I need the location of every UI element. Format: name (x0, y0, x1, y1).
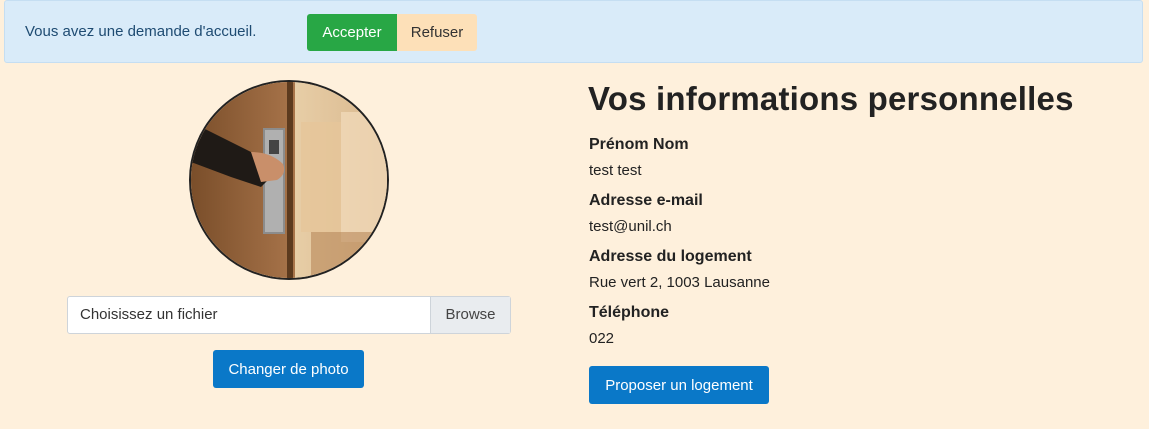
propose-housing-button[interactable]: Proposer un logement (589, 366, 769, 404)
refuse-button[interactable]: Refuser (397, 14, 477, 51)
address-value: Rue vert 2, 1003 Lausanne (589, 274, 770, 291)
email-label: Adresse e-mail (589, 192, 703, 209)
email-value: test@unil.ch (589, 218, 672, 235)
photo-file-input[interactable]: Choisissez un fichier Browse (67, 296, 511, 334)
phone-label: Téléphone (589, 304, 670, 321)
door-handle-photo-icon (191, 82, 387, 278)
name-label: Prénom Nom (589, 136, 689, 153)
address-label: Adresse du logement (589, 248, 752, 265)
page-title: Vos informations personnelles (588, 80, 1074, 117)
browse-button[interactable]: Browse (430, 297, 510, 333)
phone-value: 022 (589, 330, 615, 347)
alert-message: Vous avez une demande d'accueil. (25, 23, 257, 40)
accept-button[interactable]: Accepter (307, 14, 397, 51)
file-input-placeholder: Choisissez un fichier (80, 306, 218, 323)
name-value: test test (589, 162, 642, 179)
change-photo-button[interactable]: Changer de photo (213, 350, 364, 388)
notification-alert: Vous avez une demande d'accueil. Accepte… (4, 0, 1143, 63)
profile-photo (189, 80, 389, 280)
